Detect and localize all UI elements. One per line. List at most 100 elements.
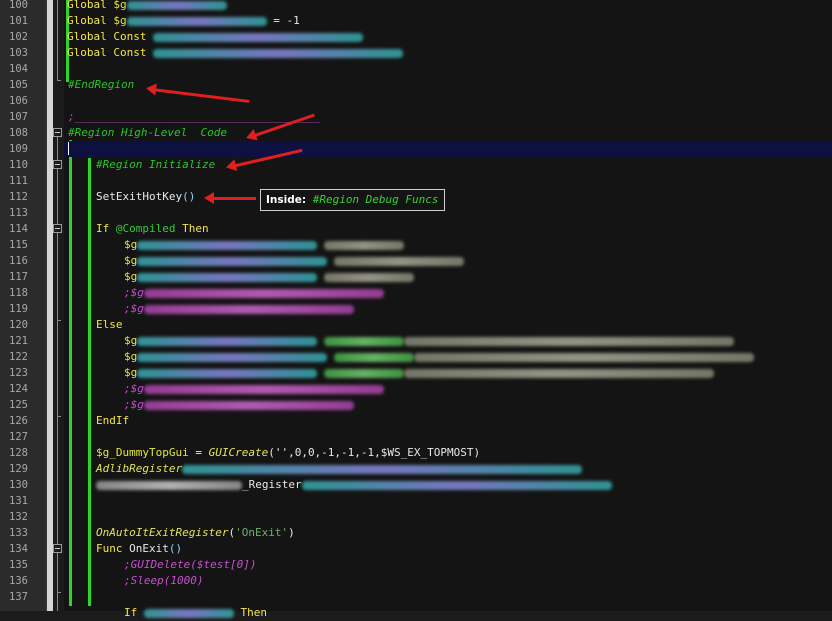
line-number: 121 [9,335,28,347]
code-line[interactable] [64,93,832,109]
code-line[interactable]: $g [64,237,832,253]
variable: $g_DummyTopGui [96,446,189,459]
code-line[interactable] [64,61,832,77]
operator: = -1 [266,14,300,27]
line-number: 126 [9,415,28,427]
fold-tick [57,320,61,321]
code-line[interactable]: ;_____________________________________ [64,109,832,125]
code-line[interactable]: Else [64,317,832,333]
fold-toggle-icon[interactable] [53,544,62,553]
code-line[interactable]: AdlibRegister [64,461,832,477]
code-line[interactable]: $g [64,269,832,285]
code-line[interactable]: Global $g = -1 [64,13,832,29]
line-number: 130 [9,479,28,491]
line-number: 127 [9,431,28,443]
redacted-text [323,240,404,250]
paren: () [182,190,196,203]
line-number: 124 [9,383,28,395]
line-number: 133 [9,527,28,539]
commented-code: ;Sleep(1000) [124,574,204,587]
redacted-text [143,384,384,394]
builtin-function: AdlibRegister [96,462,183,475]
code-line[interactable]: Func OnExit() [64,541,832,557]
code-line[interactable]: ;$g [64,301,832,317]
code-line[interactable]: EndIf [64,413,832,429]
current-line[interactable] [64,141,832,157]
variable: $g [124,270,138,283]
code-line[interactable]: OnAutoItExitRegister('OnExit') [64,525,832,541]
code-line[interactable]: #Region Initialize [64,157,832,173]
code-line[interactable]: Global Const [64,29,832,45]
redacted-text [323,336,404,346]
redacted-text [413,352,754,362]
line-number: 128 [9,447,28,459]
code-line[interactable]: $g [64,349,832,365]
code-line[interactable]: $g [64,253,832,269]
line-number: 110 [9,159,28,171]
arguments: ('',0,0,-1,-1,-1,$WS_EX_TOPMOST) [268,446,481,459]
code-line[interactable] [64,493,832,509]
region-comment: #EndRegion [68,78,135,91]
builtin-function: OnAutoItExitRegister [96,526,229,539]
redacted-text [137,272,318,282]
variable: $g [113,14,127,27]
redacted-text [143,608,234,618]
code-line[interactable]: $g [64,365,832,381]
commented-code: ;$g [124,382,144,395]
code-line[interactable] [64,589,832,605]
fold-toggle-icon[interactable] [53,160,62,169]
code-line[interactable]: ;$g [64,381,832,397]
code-line[interactable]: #Region High-Level Code [64,125,832,141]
line-number: 120 [9,319,28,331]
code-line[interactable] [64,509,832,525]
line-number: 123 [9,367,28,379]
code-line[interactable]: $g_DummyTopGui = GUICreate('',0,0,-1,-1,… [64,445,832,461]
fold-line [57,137,58,611]
line-number: 137 [9,591,28,603]
line-number: 131 [9,495,28,507]
code-line[interactable]: ;$g [64,285,832,301]
line-number: 112 [9,191,28,203]
code-line[interactable]: $g [64,333,832,349]
code-line[interactable] [64,205,832,221]
line-number: 101 [9,15,28,27]
line-number: 115 [9,239,28,251]
code-line[interactable] [64,173,832,189]
redacted-text [182,464,583,474]
line-number: 100 [9,0,28,11]
code-line[interactable]: If @Compiled Then [64,221,832,237]
fold-end-tick [57,592,61,593]
keyword: If [124,606,138,619]
annotation-arrow [204,192,256,204]
commented-code: ;$g [124,302,144,315]
redacted-text [137,256,328,266]
fold-toggle-icon[interactable] [53,224,62,233]
function-name: OnExit [129,542,169,555]
code-line[interactable]: If Then [64,605,832,621]
region-comment: #Region High-Level Code [68,126,227,139]
line-number: 111 [9,175,28,187]
line-number: 134 [9,543,28,555]
redacted-text [126,0,227,10]
builtin-function: GUICreate [208,446,269,459]
code-line[interactable]: Global Const [64,45,832,61]
redacted-text [333,352,414,362]
line-number: 135 [9,559,28,571]
fold-margin[interactable] [53,0,63,611]
redacted-text [137,352,328,362]
variable: $g [124,350,138,363]
keyword: Global [67,0,107,11]
fold-toggle-icon[interactable] [53,128,62,137]
code-line[interactable]: ;GUIDelete($test[0]) [64,557,832,573]
line-number: 119 [9,303,28,315]
code-line[interactable] [64,429,832,445]
line-number: 113 [9,207,28,219]
code-line[interactable]: SetExitHotKey() [64,189,832,205]
code-line[interactable]: ;Sleep(1000) [64,573,832,589]
code-line[interactable]: ;$g [64,397,832,413]
code-line[interactable]: _Register [64,477,832,493]
function-call: _Register [242,478,302,491]
keyword: If [96,222,110,235]
code-line[interactable]: Global $g [64,0,832,13]
string-literal: 'OnExit' [235,526,289,539]
